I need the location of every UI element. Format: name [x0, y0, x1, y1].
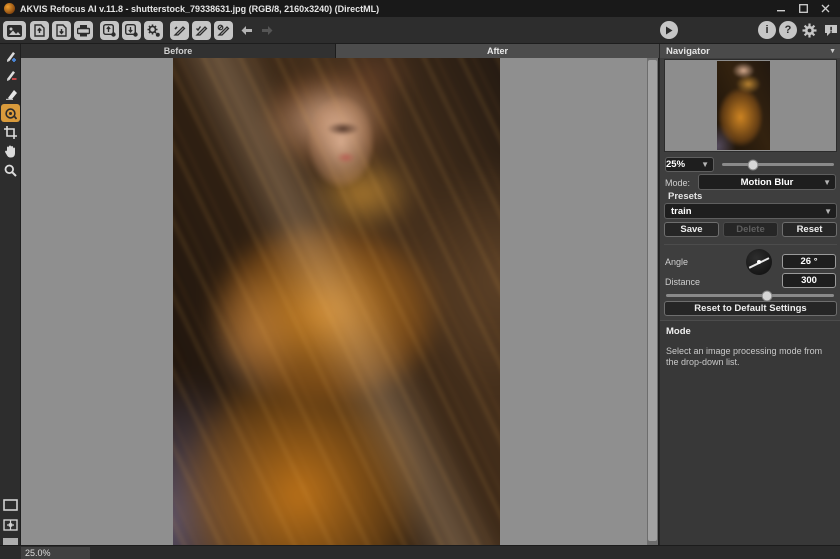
- view-tabs: Before After: [21, 44, 659, 58]
- feedback-button[interactable]: [821, 21, 840, 40]
- window-title: AKVIS Refocus AI v.11.8 - shutterstock_7…: [20, 4, 379, 14]
- tab-before[interactable]: Before: [21, 44, 336, 58]
- save-lines-button[interactable]: [192, 21, 211, 40]
- single-view-button[interactable]: [2, 497, 19, 513]
- navigator-thumbnail[interactable]: [717, 61, 770, 150]
- run-button[interactable]: [660, 21, 678, 39]
- hint-panel: Mode Select an image processing mode fro…: [660, 320, 840, 545]
- info-button[interactable]: i: [758, 21, 776, 39]
- preferences-button[interactable]: [800, 21, 819, 40]
- angle-input[interactable]: 26 °: [782, 254, 836, 269]
- angle-dial-center: [757, 260, 761, 264]
- open-image-button[interactable]: [30, 21, 49, 40]
- import-presets-button[interactable]: [100, 21, 119, 40]
- mode-label: Mode:: [665, 178, 690, 188]
- mode-select[interactable]: Motion Blur ▼: [698, 174, 836, 190]
- mode-value: Motion Blur: [741, 177, 794, 188]
- maximize-button[interactable]: [792, 0, 814, 17]
- undo-button[interactable]: [237, 21, 256, 40]
- titlebar: AKVIS Refocus AI v.11.8 - shutterstock_7…: [0, 0, 840, 17]
- crop-tool[interactable]: [1, 123, 20, 141]
- navigator-title: Navigator: [666, 46, 710, 57]
- workspace-button[interactable]: [3, 21, 26, 40]
- export-presets-button[interactable]: [122, 21, 141, 40]
- separator: [664, 244, 837, 245]
- distance-input[interactable]: 300: [782, 273, 836, 288]
- hand-tool[interactable]: [1, 142, 20, 160]
- chevron-down-icon: ▼: [823, 178, 835, 187]
- tool-strip: [0, 44, 21, 545]
- distance-label: Distance: [665, 277, 700, 287]
- preset-select[interactable]: train ▼: [664, 203, 837, 219]
- app-logo-icon: [4, 3, 15, 14]
- zoom-value: 25%: [666, 159, 688, 170]
- image-canvas[interactable]: [21, 58, 647, 545]
- minimize-button[interactable]: [770, 0, 792, 17]
- toolbar: i ?: [0, 17, 840, 44]
- load-lines-button[interactable]: [170, 21, 189, 40]
- hint-title: Mode: [666, 326, 835, 337]
- photo-face-region: [291, 88, 391, 208]
- preset-value: train: [671, 206, 692, 217]
- settings-panel: Navigator ▼ 25% ▼ Mode: Motion Blur ▼ Pr…: [659, 44, 840, 545]
- zoom-slider[interactable]: [722, 163, 834, 166]
- toggle-lines-button[interactable]: [214, 21, 233, 40]
- keep-area-tool[interactable]: [1, 47, 20, 65]
- distance-slider-handle[interactable]: [761, 290, 772, 301]
- batch-processing-button[interactable]: [144, 21, 163, 40]
- vertical-scrollbar-thumb[interactable]: [648, 60, 657, 541]
- split-view-button[interactable]: [2, 517, 19, 533]
- hint-text: Select an image processing mode from the…: [666, 346, 835, 369]
- angle-label: Angle: [665, 257, 688, 267]
- print-button[interactable]: [74, 21, 93, 40]
- distance-slider[interactable]: [666, 294, 834, 297]
- presets-label: Presets: [668, 191, 702, 202]
- vertical-scrollbar[interactable]: [647, 58, 658, 545]
- status-zoom-value: 25.0%: [21, 547, 90, 559]
- delete-preset-button[interactable]: Delete: [723, 222, 778, 237]
- save-preset-button[interactable]: Save: [664, 222, 719, 237]
- chevron-down-icon: ▼: [701, 160, 713, 169]
- blur-area-tool[interactable]: [1, 66, 20, 84]
- reset-preset-button[interactable]: Reset: [782, 222, 837, 237]
- navigator-header[interactable]: Navigator ▼: [660, 44, 840, 58]
- navigator-collapse-icon[interactable]: ▼: [829, 48, 840, 55]
- angle-dial[interactable]: [746, 249, 772, 275]
- save-image-button[interactable]: [52, 21, 71, 40]
- chevron-down-icon: ▼: [824, 207, 836, 216]
- zoom-slider-handle[interactable]: [748, 159, 759, 170]
- zoom-select[interactable]: 25% ▼: [665, 157, 714, 172]
- redo-button[interactable]: [258, 21, 277, 40]
- help-button[interactable]: ?: [779, 21, 797, 39]
- reset-defaults-button[interactable]: Reset to Default Settings: [664, 301, 837, 316]
- navigator-preview[interactable]: [664, 59, 837, 152]
- status-bar: 25.0%: [0, 545, 840, 559]
- preview-area-tool[interactable]: [1, 104, 20, 122]
- thumbnail-image: [717, 61, 770, 150]
- tab-after[interactable]: After: [336, 44, 659, 58]
- result-image[interactable]: [173, 58, 500, 545]
- eraser-tool[interactable]: [1, 85, 20, 103]
- close-button[interactable]: [814, 0, 836, 17]
- zoom-tool[interactable]: [1, 161, 20, 179]
